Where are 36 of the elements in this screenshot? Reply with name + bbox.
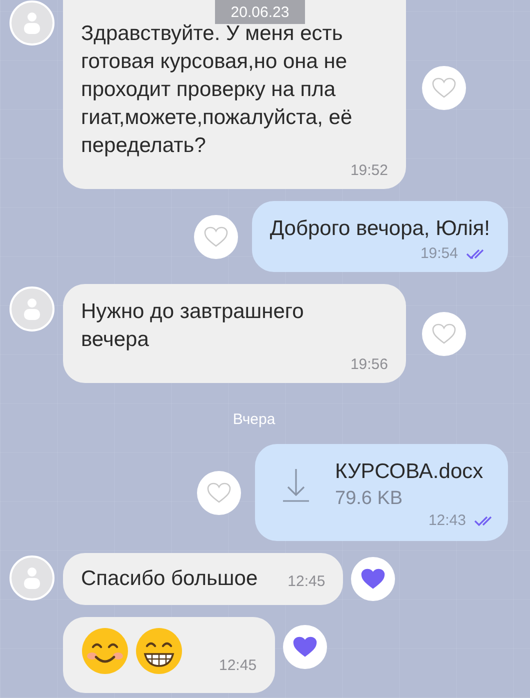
message-text: Доброго вечора, Юлія! [270, 216, 490, 242]
message-time: 12:45 [219, 657, 257, 674]
file-message[interactable]: КУРСОВА.docx 79.6 KB 12:43 [255, 444, 508, 541]
message-time: 12:43 [428, 512, 466, 529]
message-time: 19:56 [350, 356, 388, 373]
avatar-icon[interactable] [9, 555, 55, 601]
like-button[interactable] [422, 312, 466, 356]
message-bubble[interactable]: Спасибо большое 12:45 [63, 553, 344, 605]
message-time: 12:45 [288, 572, 326, 590]
message-bubble[interactable]: Доброго вечора, Юлія! 19:54 [252, 201, 508, 272]
smiling-emoji-icon [81, 627, 129, 675]
message-text: Спасибо большое [81, 566, 258, 592]
download-icon[interactable] [281, 467, 311, 503]
message-bubble[interactable]: Нужно до завтрашнего вечера 19:56 [63, 284, 406, 383]
file-size: 79.6 KB [335, 488, 404, 510]
avatar-icon[interactable] [9, 286, 55, 332]
like-button[interactable] [282, 625, 327, 669]
date-badge: 20.06.23 [215, 0, 305, 24]
message-text: Здравствуйте. У меня есть готовая курсовая,но она не проходит проверку на пла гиат,можете,пожалуйста, её переделать? [81, 21, 354, 159]
message-time: 19:52 [350, 162, 388, 179]
heart-icon [292, 636, 317, 658]
heart-icon [204, 226, 228, 248]
heart-icon [207, 482, 231, 504]
heart-icon [432, 76, 456, 98]
like-button[interactable] [422, 66, 466, 110]
heart-icon [432, 322, 456, 344]
message-time: 19:54 [420, 245, 458, 262]
like-button[interactable] [351, 557, 396, 601]
date-separator: Вчера [232, 411, 276, 428]
like-button[interactable] [194, 214, 238, 258]
file-name: КУРСОВА.docx [335, 460, 484, 484]
like-button[interactable] [197, 470, 241, 514]
heart-icon [361, 568, 386, 590]
grinning-emoji-icon [135, 627, 183, 675]
avatar-icon[interactable] [9, 0, 55, 46]
message-text: Нужно до завтрашнего вечера [81, 299, 305, 353]
